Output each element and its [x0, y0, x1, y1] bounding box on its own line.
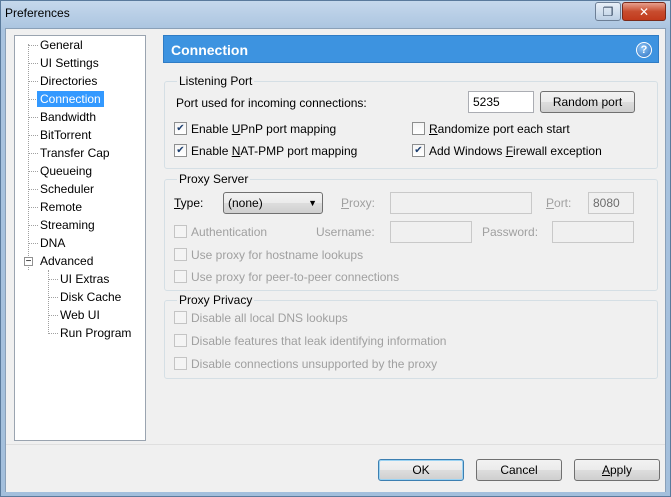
restore-icon: ❐	[602, 4, 614, 19]
proxy-server-group: Proxy Server Type: (none) ▼ Proxy: Port:…	[164, 172, 658, 291]
upnp-label-suffix: PnP port mapping	[240, 122, 337, 136]
firewall-label-prefix: Add Windows	[429, 144, 506, 158]
apply-label-rest: pply	[610, 463, 633, 477]
cancel-button[interactable]: Cancel	[476, 459, 562, 481]
proxy-p2p-checkbox[interactable]	[174, 270, 187, 283]
password-label: Password:	[482, 225, 539, 239]
upnp-checkbox[interactable]	[174, 122, 187, 135]
proxy-hostname-checkbox[interactable]	[174, 248, 187, 261]
disable-unsupported-checkbox[interactable]	[174, 357, 187, 370]
proxy-server-group-label: Proxy Server	[177, 172, 251, 186]
apply-label-accesskey: A	[601, 463, 610, 477]
firewall-exception-checkbox[interactable]	[412, 144, 425, 157]
disable-unsupported-label[interactable]: Disable connections unsupported by the p…	[191, 357, 437, 371]
tree-item-general[interactable]: General	[37, 37, 86, 53]
proxy-host-label: Proxy:	[341, 196, 375, 210]
tree-item-advanced[interactable]: Advanced	[37, 253, 96, 269]
help-icon[interactable]: ?	[636, 42, 652, 58]
tree-item-ui-settings[interactable]: UI Settings	[37, 55, 102, 71]
proxy-hostname-label[interactable]: Use proxy for hostname lookups	[191, 248, 363, 262]
panel-header: Connection ?	[163, 35, 659, 63]
close-icon: ✕	[638, 4, 650, 19]
firewall-label-accesskey: F	[505, 144, 514, 158]
tree-item-connection[interactable]: Connection	[37, 91, 104, 107]
ok-button[interactable]: OK	[378, 459, 464, 481]
firewall-exception-label[interactable]: Add Windows Firewall exception	[429, 144, 602, 158]
collapse-icon[interactable]: −	[24, 257, 33, 267]
dialog-client-area: General UI Settings Directories Connecti…	[5, 28, 666, 492]
tree-item-run-program[interactable]: Run Program	[57, 325, 134, 341]
disable-leak-checkbox[interactable]	[174, 334, 187, 347]
window-title: Preferences	[5, 6, 70, 20]
proxy-privacy-group: Proxy Privacy Disable all local DNS look…	[164, 293, 658, 379]
disable-leak-label[interactable]: Disable features that leak identifying i…	[191, 334, 446, 348]
proxy-port-label: Port:	[546, 196, 571, 210]
proxy-port-input[interactable]: 8080	[588, 192, 634, 214]
type-label-rest: ype:	[180, 196, 204, 210]
tree-item-transfer-cap[interactable]: Transfer Cap	[37, 145, 113, 161]
disable-dns-checkbox[interactable]	[174, 311, 187, 324]
proxy-privacy-group-label: Proxy Privacy	[177, 293, 255, 307]
username-label: Username:	[316, 225, 375, 239]
natpmp-label-prefix: Enable	[191, 144, 232, 158]
proxy-host-input[interactable]	[390, 192, 532, 214]
apply-button[interactable]: Apply	[574, 459, 660, 481]
tree-connector	[28, 44, 29, 270]
tree-item-scheduler[interactable]: Scheduler	[37, 181, 97, 197]
restore-button[interactable]: ❐	[595, 2, 621, 21]
proxy-p2p-label[interactable]: Use proxy for peer-to-peer connections	[191, 270, 399, 284]
tree-item-directories[interactable]: Directories	[37, 73, 100, 89]
proxy-type-value: (none)	[228, 196, 263, 210]
tree-item-queueing[interactable]: Queueing	[37, 163, 95, 179]
listening-port-group-label: Listening Port	[177, 74, 255, 88]
connection-panel: Connection ? Listening Port Port used fo…	[163, 35, 659, 379]
firewall-label-suffix: irewall exception	[513, 144, 602, 158]
button-bar: OK Cancel Apply	[6, 444, 665, 492]
randomize-port-label[interactable]: Randomize port each start	[429, 122, 570, 136]
port-label: Port used for incoming connections:	[176, 96, 367, 110]
authentication-checkbox[interactable]	[174, 225, 187, 238]
proxy-type-label: Type:	[174, 196, 203, 210]
category-tree[interactable]: General UI Settings Directories Connecti…	[14, 35, 146, 441]
port-label-rest: ort:	[554, 196, 572, 210]
type-label-accesskey: T	[174, 196, 181, 210]
username-input[interactable]	[390, 221, 472, 243]
randomize-label-accesskey: R	[429, 122, 438, 136]
title-bar[interactable]: Preferences ❐ ✕	[1, 1, 670, 27]
tree-item-dna[interactable]: DNA	[37, 235, 68, 251]
port-label-accesskey: P	[546, 196, 555, 210]
password-input[interactable]	[552, 221, 634, 243]
random-port-button[interactable]: Random port	[540, 91, 635, 113]
proxy-label-accesskey: P	[341, 196, 350, 210]
tree-item-bittorrent[interactable]: BitTorrent	[37, 127, 94, 143]
natpmp-label-suffix: AT-PMP port mapping	[240, 144, 358, 158]
nat-pmp-checkbox[interactable]	[174, 144, 187, 157]
tree-item-bandwidth[interactable]: Bandwidth	[37, 109, 99, 125]
randomize-label-suffix: andomize port each start	[437, 122, 570, 136]
disable-dns-label[interactable]: Disable all local DNS lookups	[191, 311, 348, 325]
tree-item-remote[interactable]: Remote	[37, 199, 85, 215]
authentication-label[interactable]: Authentication	[191, 225, 267, 239]
close-button[interactable]: ✕	[622, 2, 666, 21]
nat-pmp-label[interactable]: Enable NAT-PMP port mapping	[191, 144, 357, 158]
tree-item-ui-extras[interactable]: UI Extras	[57, 271, 112, 287]
tree-item-web-ui[interactable]: Web UI	[57, 307, 103, 323]
tree-item-streaming[interactable]: Streaming	[37, 217, 98, 233]
tree-item-disk-cache[interactable]: Disk Cache	[57, 289, 124, 305]
port-input[interactable]: 5235	[468, 91, 534, 113]
proxy-label-rest: roxy:	[349, 196, 376, 210]
proxy-type-select[interactable]: (none) ▼	[223, 192, 323, 214]
chevron-down-icon: ▼	[308, 198, 317, 208]
randomize-port-checkbox[interactable]	[412, 122, 425, 135]
panel-title: Connection	[171, 42, 248, 58]
listening-port-group: Listening Port Port used for incoming co…	[164, 74, 658, 169]
preferences-window: Preferences ❐ ✕ General UI Settings Dire…	[0, 0, 671, 497]
upnp-label-prefix: Enable	[191, 122, 232, 136]
upnp-label[interactable]: Enable UPnP port mapping	[191, 122, 336, 136]
